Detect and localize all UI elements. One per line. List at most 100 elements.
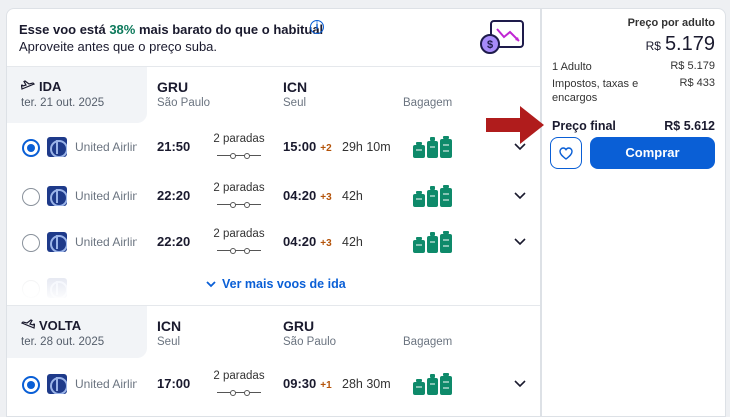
stops-indicator bbox=[217, 153, 261, 159]
outbound-destination-code: ICN bbox=[283, 79, 308, 95]
outbound-title: IDA bbox=[21, 79, 61, 94]
return-destination-code: GRU bbox=[283, 318, 315, 334]
flight-radio[interactable] bbox=[22, 234, 40, 252]
plane-departure-icon bbox=[21, 79, 35, 90]
flight-duration: 42h bbox=[342, 189, 363, 203]
departure-time: 21:50 bbox=[157, 139, 191, 154]
outbound-title-label: IDA bbox=[39, 79, 62, 94]
chevron-down-icon bbox=[206, 281, 216, 288]
return-title: VOLTA bbox=[21, 318, 81, 333]
flight-duration: 29h 10m bbox=[342, 140, 391, 154]
heart-icon bbox=[559, 146, 573, 160]
stops-label: 2 paradas bbox=[213, 133, 265, 145]
adult-count-label: 1 Adulto bbox=[552, 61, 592, 73]
stops-indicator bbox=[217, 202, 261, 208]
flight-radio[interactable] bbox=[22, 188, 40, 206]
return-section: VOLTA ter. 28 out. 2025 ICN Seul GRU São… bbox=[7, 306, 540, 416]
baggage-icon bbox=[413, 136, 452, 158]
buy-button[interactable]: Comprar bbox=[590, 137, 715, 169]
promo-percent: 38% bbox=[109, 22, 136, 37]
arrival-time: 04:20 +3 bbox=[283, 234, 332, 249]
united-airlines-logo bbox=[47, 374, 67, 394]
baggage-icon bbox=[413, 373, 452, 395]
chevron-down-icon[interactable] bbox=[513, 376, 527, 390]
baggage-icon bbox=[413, 185, 452, 207]
stops-indicator bbox=[217, 390, 261, 396]
day-offset: +1 bbox=[320, 380, 332, 391]
promo-text-after: mais barato do que o habitual bbox=[135, 22, 324, 37]
outbound-baggage-header: Bagagem bbox=[403, 97, 453, 109]
airline-name: United Airlines bbox=[75, 140, 137, 154]
arrival-time: 15:00 +2 bbox=[283, 139, 332, 154]
flight-row[interactable]: United Airlines 22:20 2 paradas 04:20+3 … bbox=[7, 174, 540, 220]
stops-label: 2 paradas bbox=[213, 228, 265, 240]
departure-time: 17:00 bbox=[157, 376, 191, 391]
flight-row[interactable]: United Airlines 21:50 2 paradas 15:00+2 … bbox=[7, 125, 540, 171]
flight-radio[interactable] bbox=[22, 376, 40, 394]
airline-name: United Airlines bbox=[75, 235, 137, 249]
united-airlines-logo bbox=[47, 137, 67, 157]
day-offset: +3 bbox=[320, 192, 332, 203]
info-icon[interactable]: i bbox=[310, 20, 324, 34]
show-more-label: Ver mais voos de ida bbox=[222, 277, 346, 291]
arrival-time-value: 15:00 bbox=[283, 139, 317, 154]
outbound-section: IDA ter. 21 out. 2025 GRU São Paulo ICN … bbox=[7, 67, 540, 305]
price-drop-icon: $ bbox=[480, 20, 524, 54]
price-per-adult-label: Preço por adulto bbox=[627, 17, 715, 29]
return-title-label: VOLTA bbox=[39, 318, 82, 333]
flight-duration: 28h 30m bbox=[342, 377, 391, 391]
plane-return-icon bbox=[21, 318, 35, 329]
outbound-destination-city: Seul bbox=[283, 97, 307, 109]
promo-headline: Esse voo está 38% mais barato do que o h… bbox=[19, 22, 323, 37]
currency-symbol: R$ bbox=[645, 39, 661, 53]
price-per-adult-value: 5.179 bbox=[664, 33, 715, 55]
day-offset: +3 bbox=[320, 238, 332, 249]
arrival-time-value: 04:20 bbox=[283, 234, 317, 249]
baggage-icon bbox=[413, 231, 452, 253]
flight-details-panel: Esse voo está 38% mais barato do que o h… bbox=[6, 8, 541, 417]
chevron-down-icon[interactable] bbox=[513, 234, 527, 248]
departure-time: 22:20 bbox=[157, 188, 191, 203]
price-per-adult: R$ 5.179 bbox=[646, 33, 715, 56]
flight-row[interactable]: United Airlines 17:00 2 paradas 09:30+1 … bbox=[7, 362, 540, 408]
price-insight-banner: Esse voo está 38% mais barato do que o h… bbox=[7, 9, 540, 67]
taxes-value: R$ 433 bbox=[679, 77, 715, 89]
return-date: ter. 28 out. 2025 bbox=[21, 336, 105, 348]
arrival-time: 04:20 +3 bbox=[283, 188, 332, 203]
return-origin-city: Seul bbox=[157, 336, 181, 348]
return-destination-city: São Paulo bbox=[283, 336, 337, 348]
airline-name: United Airlines bbox=[75, 189, 137, 203]
chevron-down-icon[interactable] bbox=[513, 188, 527, 202]
promo-subtitle: Aproveite antes que o preço suba. bbox=[19, 39, 218, 54]
return-baggage-header: Bagagem bbox=[403, 336, 453, 348]
outbound-origin-city: São Paulo bbox=[157, 97, 211, 109]
annotation-arrow-icon bbox=[486, 106, 544, 144]
show-more-outbound-link[interactable]: Ver mais voos de ida bbox=[205, 277, 346, 291]
return-header: VOLTA ter. 28 out. 2025 bbox=[7, 306, 147, 358]
stops-label: 2 paradas bbox=[213, 370, 265, 382]
arrival-time-value: 09:30 bbox=[283, 376, 317, 391]
day-offset: +2 bbox=[320, 143, 332, 154]
adult-price: R$ 5.179 bbox=[670, 60, 715, 72]
flight-duration: 42h bbox=[342, 235, 363, 249]
final-price-label: Preço final bbox=[552, 119, 616, 133]
taxes-label: Impostos, taxas e encargos bbox=[552, 78, 639, 104]
arrival-time: 09:30 +1 bbox=[283, 376, 332, 391]
price-summary-panel: Preço por adulto R$ 5.179 1 Adulto R$ 5.… bbox=[541, 8, 726, 417]
outbound-header: IDA ter. 21 out. 2025 bbox=[7, 67, 147, 123]
outbound-origin-code: GRU bbox=[157, 79, 189, 95]
final-price-value: R$ 5.612 bbox=[664, 119, 715, 133]
stops-indicator bbox=[217, 248, 261, 254]
stops-label: 2 paradas bbox=[213, 182, 265, 194]
flight-radio[interactable] bbox=[22, 139, 40, 157]
favorite-button[interactable] bbox=[550, 137, 582, 169]
departure-time: 22:20 bbox=[157, 234, 191, 249]
svg-text:$: $ bbox=[487, 39, 493, 51]
outbound-date: ter. 21 out. 2025 bbox=[21, 97, 105, 109]
united-airlines-logo bbox=[47, 232, 67, 252]
return-origin-code: ICN bbox=[157, 318, 182, 334]
united-airlines-logo bbox=[47, 186, 67, 206]
promo-text-before: Esse voo está bbox=[19, 22, 110, 37]
airline-name: United Airlines bbox=[75, 377, 137, 391]
arrival-time-value: 04:20 bbox=[283, 188, 317, 203]
